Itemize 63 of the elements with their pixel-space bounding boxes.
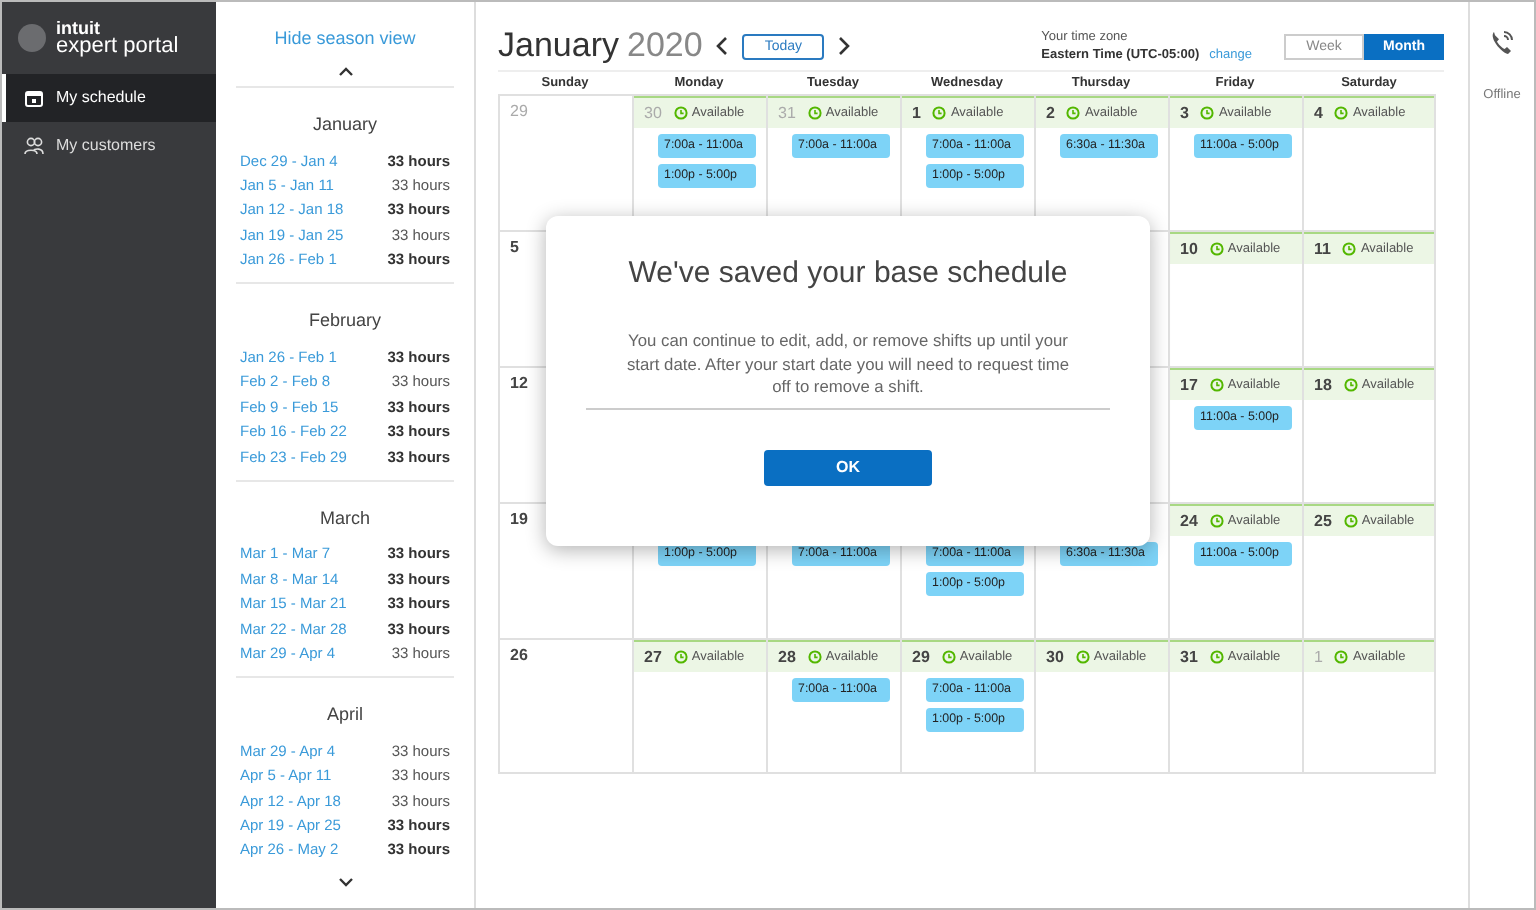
day-number: 12 bbox=[510, 372, 528, 396]
chevron-right-icon[interactable] bbox=[836, 36, 852, 56]
nav-item[interactable]: My customers bbox=[2, 122, 216, 170]
dialog-message: You can continue to edit, add, or remove shifts up until your start date. After your start date you will need to request time off to remove a shift. bbox=[586, 330, 1110, 409]
day-number: 24 bbox=[1180, 509, 1198, 533]
day-number: 18 bbox=[1314, 373, 1332, 397]
day-number: 1 bbox=[1314, 645, 1323, 669]
day-number: 26 bbox=[510, 644, 528, 668]
caret-down-icon[interactable] bbox=[337, 875, 353, 888]
ok-button[interactable]: OK bbox=[764, 449, 932, 485]
chevron-left-icon[interactable] bbox=[714, 36, 731, 56]
clock-icon bbox=[1209, 650, 1224, 664]
hide-season-link[interactable]: Hide season view bbox=[274, 26, 416, 53]
clock-icon bbox=[932, 106, 947, 120]
day-number: 30 bbox=[644, 101, 662, 125]
logo-circle bbox=[18, 24, 46, 52]
phone-icon bbox=[1488, 27, 1516, 56]
day-number: 3 bbox=[1180, 101, 1189, 125]
day-number: 2 bbox=[1046, 101, 1055, 125]
clock-icon bbox=[1209, 242, 1224, 256]
nav-item[interactable]: My schedule bbox=[2, 74, 216, 122]
clock-icon bbox=[673, 106, 688, 120]
brand-subtitle: expert portal bbox=[56, 38, 179, 56]
day-number: 1 bbox=[912, 101, 921, 125]
clock-icon bbox=[1343, 514, 1358, 528]
dialog-title: We've saved your base schedule bbox=[628, 254, 1068, 294]
day-number: 29 bbox=[912, 645, 930, 669]
day-number: 5 bbox=[510, 236, 519, 260]
day-number: 30 bbox=[1046, 645, 1064, 669]
people-icon bbox=[24, 136, 44, 156]
day-number: 11 bbox=[1314, 237, 1331, 261]
day-number: 31 bbox=[1180, 645, 1198, 669]
day-number: 31 bbox=[778, 101, 796, 125]
caret-up-icon[interactable] bbox=[337, 66, 353, 78]
day-number: 4 bbox=[1314, 101, 1323, 125]
clock-icon bbox=[1209, 378, 1224, 392]
clock-icon bbox=[1334, 650, 1349, 664]
clock-icon bbox=[807, 106, 822, 120]
month-title: January bbox=[498, 24, 619, 69]
clock-icon bbox=[1342, 242, 1357, 256]
day-number: 29 bbox=[510, 100, 528, 124]
clock-icon bbox=[807, 650, 822, 664]
clock-icon bbox=[673, 650, 688, 664]
calendar-icon bbox=[24, 88, 44, 108]
month-heading: April bbox=[326, 702, 363, 729]
day-number: 19 bbox=[510, 508, 528, 532]
clock-icon bbox=[1334, 106, 1349, 120]
year-title: 2020 bbox=[626, 24, 703, 69]
day-number: 10 bbox=[1180, 237, 1198, 261]
clock-icon bbox=[1200, 106, 1215, 120]
clock-icon bbox=[941, 650, 956, 664]
clock-icon bbox=[1209, 514, 1224, 528]
day-number: 25 bbox=[1314, 509, 1332, 533]
month-heading: January bbox=[312, 112, 378, 138]
brand-name: intuit bbox=[56, 20, 100, 38]
clock-icon bbox=[1066, 106, 1081, 120]
clock-icon bbox=[1343, 378, 1358, 392]
month-heading: March bbox=[319, 505, 370, 532]
day-number: 28 bbox=[778, 645, 796, 669]
day-number: 27 bbox=[644, 645, 662, 669]
month-heading: February bbox=[308, 308, 381, 335]
day-number: 17 bbox=[1180, 373, 1198, 397]
clock-icon bbox=[1075, 650, 1090, 664]
